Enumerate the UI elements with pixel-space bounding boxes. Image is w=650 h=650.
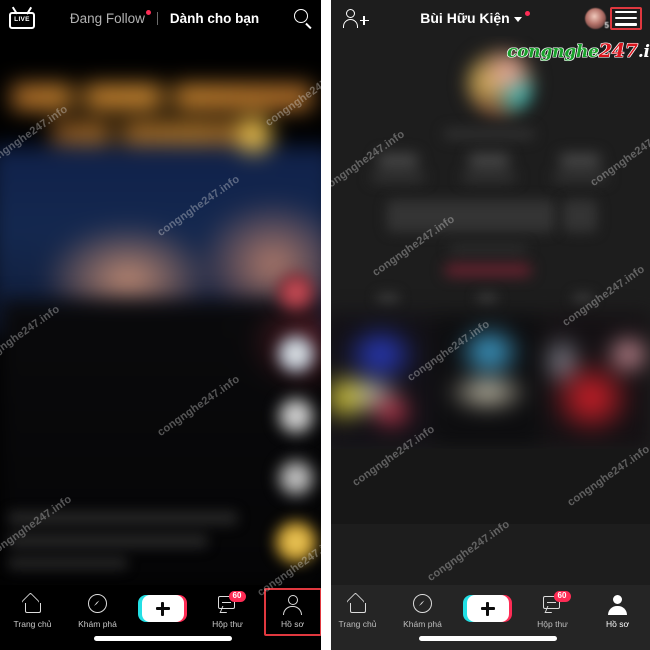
inbox-icon: 60 [217, 591, 246, 615]
heart-icon[interactable] [276, 334, 316, 374]
plus-icon[interactable] [138, 595, 187, 622]
stat-following [365, 154, 431, 188]
live-tv-icon[interactable]: LIVE [9, 6, 35, 30]
share-icon[interactable] [276, 458, 316, 498]
nav-item-discover[interactable]: Khám phá [65, 594, 130, 638]
comment-icon[interactable] [276, 396, 316, 436]
tab-for-you[interactable]: Dành cho bạn [170, 11, 259, 26]
profile-bio-link[interactable] [445, 264, 531, 276]
notification-dot-icon [524, 11, 530, 16]
nav-label: Hồ sơ [280, 619, 305, 629]
avatar-count: 5 [604, 20, 609, 30]
hamburger-menu-icon[interactable] [615, 10, 637, 26]
nav-label: Khám phá [403, 619, 442, 629]
page-title: Bùi Hữu Kiện [420, 10, 510, 26]
nav-label: Khám phá [78, 619, 117, 629]
edit-profile-button[interactable] [387, 200, 555, 232]
nav-item-inbox[interactable]: 60 Hộp thư [520, 591, 585, 638]
home-indicator [418, 636, 557, 641]
nav-label: Trang chủ [13, 619, 52, 629]
person-icon [607, 594, 629, 615]
stat-followers [456, 154, 522, 188]
tiktok-feed-screen: LIVE Đang Follow Dành cho bạn congnghe24… [0, 0, 325, 650]
video-caption-blurred [8, 511, 258, 578]
nav-item-discover[interactable]: Khám phá [390, 594, 455, 638]
feed-top-bar: LIVE Đang Follow Dành cho bạn [0, 0, 325, 36]
live-label: LIVE [14, 16, 30, 24]
home-icon [346, 592, 369, 615]
nav-item-inbox[interactable]: 60 Hộp thư [195, 591, 260, 638]
search-icon[interactable] [294, 8, 313, 29]
nav-label: Hộp thư [212, 619, 243, 629]
avatar-icon[interactable] [276, 272, 316, 312]
video-thumbnail[interactable] [434, 314, 541, 449]
nav-item-home[interactable]: Trang chủ [325, 592, 390, 638]
compass-icon [87, 594, 109, 615]
tab-following[interactable]: Đang Follow [70, 9, 151, 26]
chevron-down-icon [513, 16, 522, 22]
highlight-box-menu [610, 6, 642, 30]
music-disc-icon[interactable] [274, 520, 318, 564]
profile-bio [449, 244, 527, 255]
inbox-icon: 60 [542, 591, 571, 615]
tab-separator [156, 11, 158, 25]
watermark-tld: .info [637, 42, 650, 62]
nav-item-create[interactable] [130, 594, 195, 638]
nav-item-profile[interactable]: Hồ sơ [585, 594, 650, 638]
add-friend-icon[interactable] [343, 8, 369, 28]
nav-label: Hộp thư [537, 619, 568, 629]
nav-item-create[interactable] [455, 594, 520, 638]
stat-likes [547, 154, 613, 188]
nav-label: Trang chủ [338, 619, 377, 629]
compass-icon [412, 594, 434, 615]
tutorial-screenshot: LIVE Đang Follow Dành cho bạn congnghe24… [0, 0, 650, 650]
profile-stats-row [365, 154, 613, 188]
profile-grid-filler [325, 449, 650, 524]
profile-content [325, 36, 650, 585]
video-thumbnail[interactable] [543, 314, 650, 449]
site-watermark: congnghe247.info [507, 40, 650, 62]
profile-handle [443, 128, 535, 140]
person-icon [282, 594, 304, 615]
inbox-badge: 60 [228, 591, 246, 602]
feed-action-rail [273, 272, 319, 586]
nav-label: Hồ sơ [605, 619, 630, 629]
profile-video-grid [325, 314, 650, 449]
video-thumbnail[interactable] [325, 314, 432, 449]
profile-name-selector[interactable]: Bùi Hữu Kiện [365, 10, 585, 26]
home-indicator [93, 636, 232, 641]
nav-item-profile[interactable]: Hồ sơ [260, 588, 325, 638]
inbox-badge: 60 [553, 591, 571, 602]
feed-tabs: Đang Follow Dành cho bạn [35, 9, 294, 26]
watermark-number: 247 [598, 40, 638, 62]
profile-top-bar: Bùi Hữu Kiện 5 [325, 0, 650, 36]
plus-icon[interactable] [463, 595, 512, 622]
notification-dot-icon [145, 9, 151, 15]
watermark-brand: congnghe [507, 42, 599, 62]
tiktok-profile-screen: Bùi Hữu Kiện 5 congnghe247.info congnghe… [325, 0, 650, 650]
nav-item-home[interactable]: Trang chủ [0, 592, 65, 638]
home-icon [21, 592, 44, 615]
profile-tabs[interactable] [325, 286, 650, 310]
bookmark-button[interactable] [563, 200, 597, 232]
mini-avatar-icon[interactable]: 5 [585, 7, 609, 30]
